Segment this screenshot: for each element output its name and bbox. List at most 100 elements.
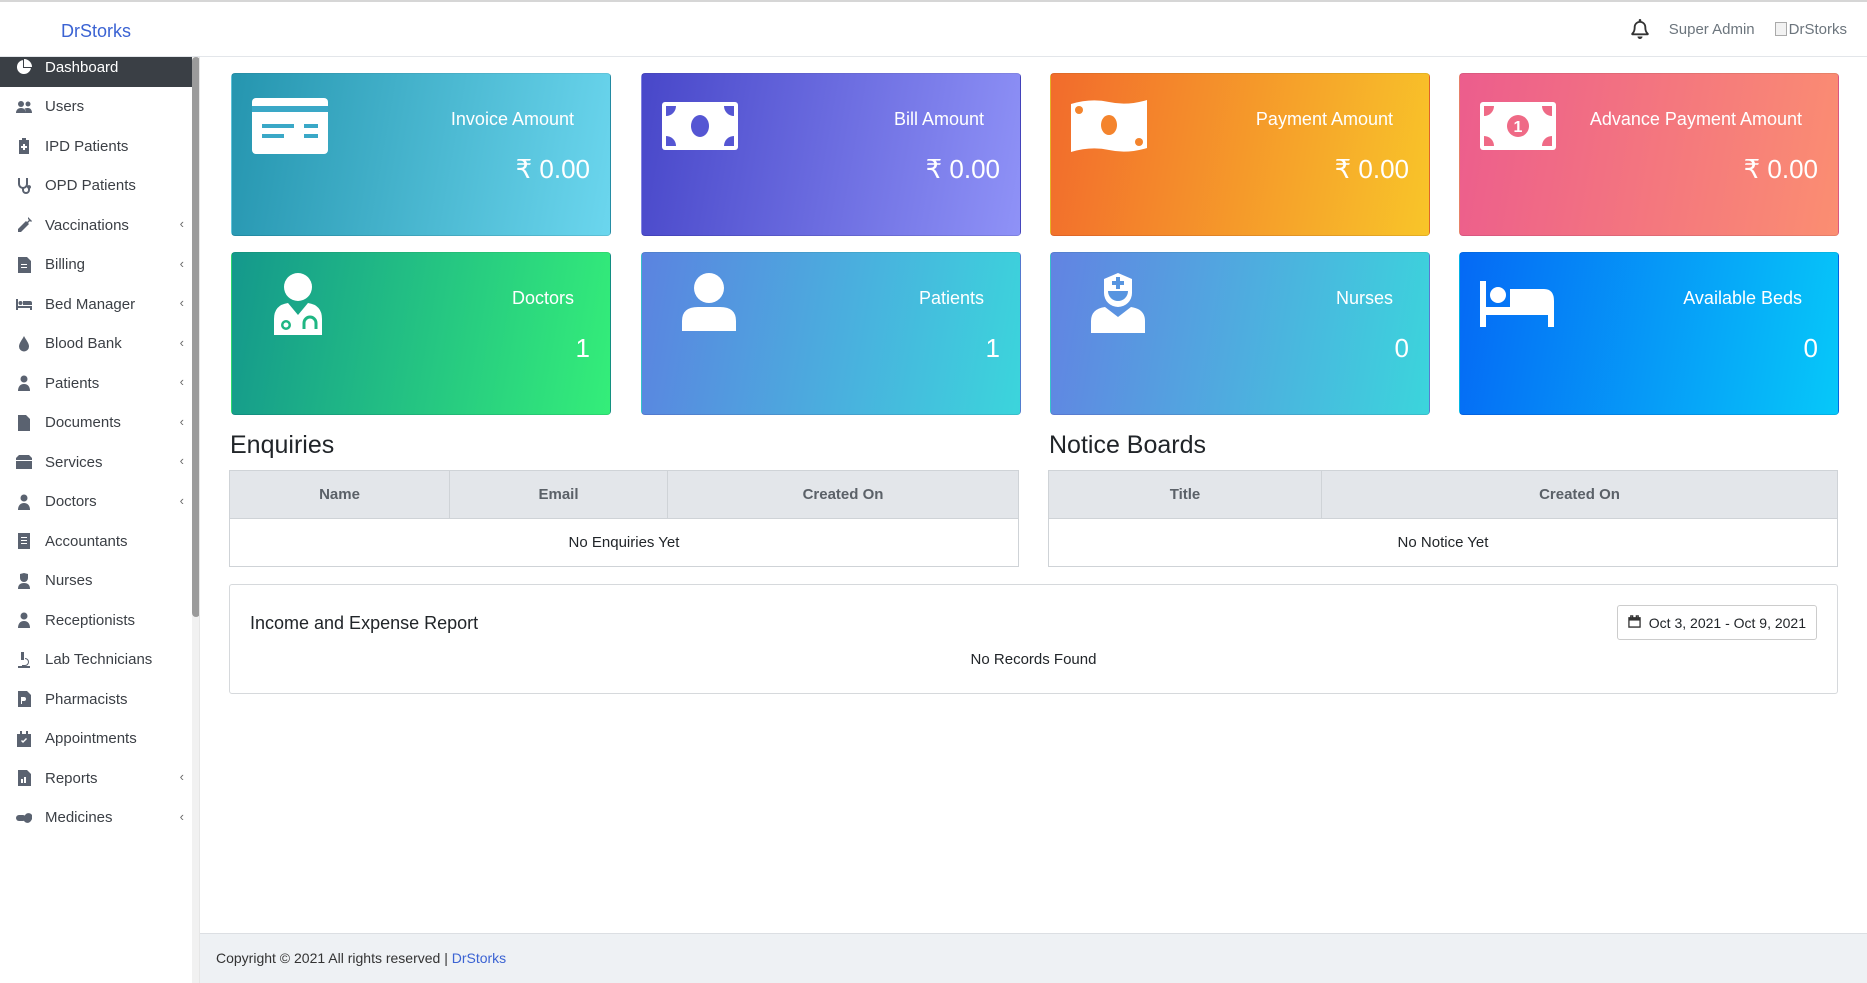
avatar[interactable]: DrStorks: [1774, 20, 1847, 38]
invoice-amount-card[interactable]: Invoice Amount ₹ 0.00: [231, 73, 611, 236]
sidebar-item-receptionists[interactable]: Receptionists: [0, 600, 192, 640]
report-empty-message: No Records Found: [970, 651, 1097, 668]
bill-amount-card[interactable]: Bill Amount ₹ 0.00: [641, 73, 1021, 236]
notice-boards-title: Notice Boards: [1049, 431, 1207, 459]
nurse-icon: [15, 572, 33, 589]
card-label: Advance Payment Amount: [1589, 109, 1802, 129]
sidebar-item-billing[interactable]: Billing ‹: [0, 245, 192, 285]
sidebar-item-label: Doctors: [45, 493, 97, 510]
sidebar-item-label: Medicines: [45, 809, 113, 826]
payment-amount-card[interactable]: Payment Amount ₹ 0.00: [1050, 73, 1430, 236]
sidebar-item-nurses[interactable]: Nurses: [0, 561, 192, 601]
copyright-text: Copyright © 2021 All rights reserved |: [216, 950, 448, 966]
nurses-card[interactable]: Nurses 0: [1050, 252, 1430, 415]
table-row: No Notice Yet: [1048, 518, 1838, 567]
sidebar-item-label: IPD Patients: [45, 137, 129, 155]
table-row: No Enquiries Yet: [229, 518, 1019, 567]
brand-link[interactable]: DrStorks: [61, 21, 131, 42]
table-header-row: Name Email Created On: [229, 470, 1019, 519]
card-label: Nurses: [1335, 288, 1393, 308]
sidebar-item-appointments[interactable]: Appointments: [0, 719, 192, 759]
sidebar-item-label: Services: [45, 453, 103, 471]
top-right-menu: Super Admin DrStorks: [1631, 19, 1847, 39]
card-label: Available Beds: [1683, 288, 1802, 308]
sidebar-item-medicines[interactable]: Medicines ‹: [0, 798, 192, 838]
sidebar-item-label: Dashboard: [45, 58, 119, 76]
stethoscope-icon: [15, 177, 33, 194]
calendar-check-icon: [15, 730, 33, 747]
avatar-alt-text: DrStorks: [1788, 20, 1847, 38]
chevron-left-icon: ‹: [179, 216, 184, 231]
card-value: ₹ 0.00: [1334, 154, 1409, 184]
sidebar-item-opd-patients[interactable]: OPD Patients: [0, 166, 192, 206]
column-header-title[interactable]: Title: [1048, 470, 1322, 519]
syringe-icon: [15, 217, 33, 233]
sidebar-item-label: Nurses: [45, 572, 93, 589]
doctors-card[interactable]: Doctors 1: [231, 252, 611, 415]
sidebar-item-bed-manager[interactable]: Bed Manager ‹: [0, 284, 192, 324]
blood-drop-icon: [15, 335, 33, 352]
user-doctor-icon: [270, 273, 326, 335]
sidebar-item-accountants[interactable]: Accountants: [0, 521, 192, 561]
sidebar-item-pharmacists[interactable]: Pharmacists: [0, 679, 192, 719]
money-bill-icon: [662, 94, 738, 158]
sidebar-item-label: Receptionists: [45, 611, 136, 629]
available-beds-card[interactable]: Available Beds 0: [1459, 252, 1839, 415]
sidebar-item-lab-technicians[interactable]: Lab Technicians: [0, 640, 192, 680]
report-icon: [15, 770, 33, 786]
card-value: ₹ 0.00: [925, 154, 1000, 184]
sidebar-item-label: Users: [45, 98, 85, 115]
user-icon: [682, 273, 736, 331]
chevron-left-icon: ‹: [179, 808, 184, 824]
column-header-created-on[interactable]: Created On: [1321, 470, 1838, 519]
sidebar-item-label: Blood Bank: [45, 335, 122, 352]
sidebar-item-patients[interactable]: Patients ‹: [0, 363, 192, 403]
chevron-left-icon: ‹: [179, 769, 184, 784]
top-navbar: DrStorks Super Admin DrStorks: [0, 0, 1867, 57]
card-value: ₹ 0.00: [1743, 154, 1818, 184]
sidebar-item-doctors[interactable]: Doctors ‹: [0, 482, 192, 522]
enquiries-table: Name Email Created On No Enquiries Yet: [229, 470, 1019, 567]
card-label: Bill Amount: [893, 109, 984, 129]
money-bill-one-icon: 1: [1480, 94, 1556, 158]
sidebar-item-label: Billing: [45, 256, 86, 273]
sidebar-scrollbar[interactable]: [192, 57, 199, 983]
sidebar-item-label: Accountants: [45, 532, 128, 550]
chevron-left-icon: ‹: [179, 374, 184, 389]
column-header-name[interactable]: Name: [229, 470, 450, 519]
table-header-row: Title Created On: [1048, 470, 1838, 519]
card-value: 1: [985, 333, 1000, 363]
sidebar-item-label: Lab Technicians: [45, 651, 153, 668]
date-range-text: Oct 3, 2021 - Oct 9, 2021: [1648, 614, 1806, 631]
card-value: ₹ 0.00: [515, 154, 590, 184]
sidebar-item-dashboard[interactable]: Dashboard: [0, 57, 192, 87]
users-icon: [15, 99, 33, 115]
patients-card[interactable]: Patients 1: [641, 252, 1021, 415]
doctor-icon: [15, 494, 33, 510]
sidebar-item-blood-bank[interactable]: Blood Bank ‹: [0, 324, 192, 364]
sidebar-item-vaccinations[interactable]: Vaccinations ‹: [0, 205, 192, 245]
empty-message: No Notice Yet: [1048, 518, 1838, 567]
prescription-icon: [15, 691, 33, 707]
sidebar-scrollbar-thumb[interactable]: [192, 57, 199, 617]
card-label: Patients: [918, 288, 984, 308]
sidebar-item-users[interactable]: Users: [0, 87, 192, 127]
sidebar-item-ipd-patients[interactable]: IPD Patients: [0, 126, 192, 166]
footer: Copyright © 2021 All rights reserved | D…: [200, 933, 1867, 983]
sidebar: Dashboard Users IPD Patients OPD Patients Va…: [0, 57, 200, 983]
column-header-email[interactable]: Email: [449, 470, 668, 519]
user-name[interactable]: Super Admin: [1669, 21, 1755, 38]
bell-icon[interactable]: [1631, 19, 1649, 39]
date-range-picker[interactable]: Oct 3, 2021 - Oct 9, 2021: [1616, 605, 1817, 640]
box-icon: [15, 454, 33, 470]
svg-text:1: 1: [1514, 119, 1523, 136]
sidebar-item-reports[interactable]: Reports ‹: [0, 758, 192, 798]
column-header-created-on[interactable]: Created On: [667, 470, 1019, 519]
sidebar-item-documents[interactable]: Documents ‹: [0, 403, 192, 443]
patient-icon: [15, 375, 33, 391]
sidebar-item-services[interactable]: Services ‹: [0, 442, 192, 482]
footer-brand-link[interactable]: DrStorks: [452, 950, 506, 966]
credit-card-icon: [252, 94, 328, 158]
capsules-icon: [15, 810, 33, 826]
advance-payment-card[interactable]: 1 Advance Payment Amount ₹ 0.00: [1459, 73, 1839, 236]
